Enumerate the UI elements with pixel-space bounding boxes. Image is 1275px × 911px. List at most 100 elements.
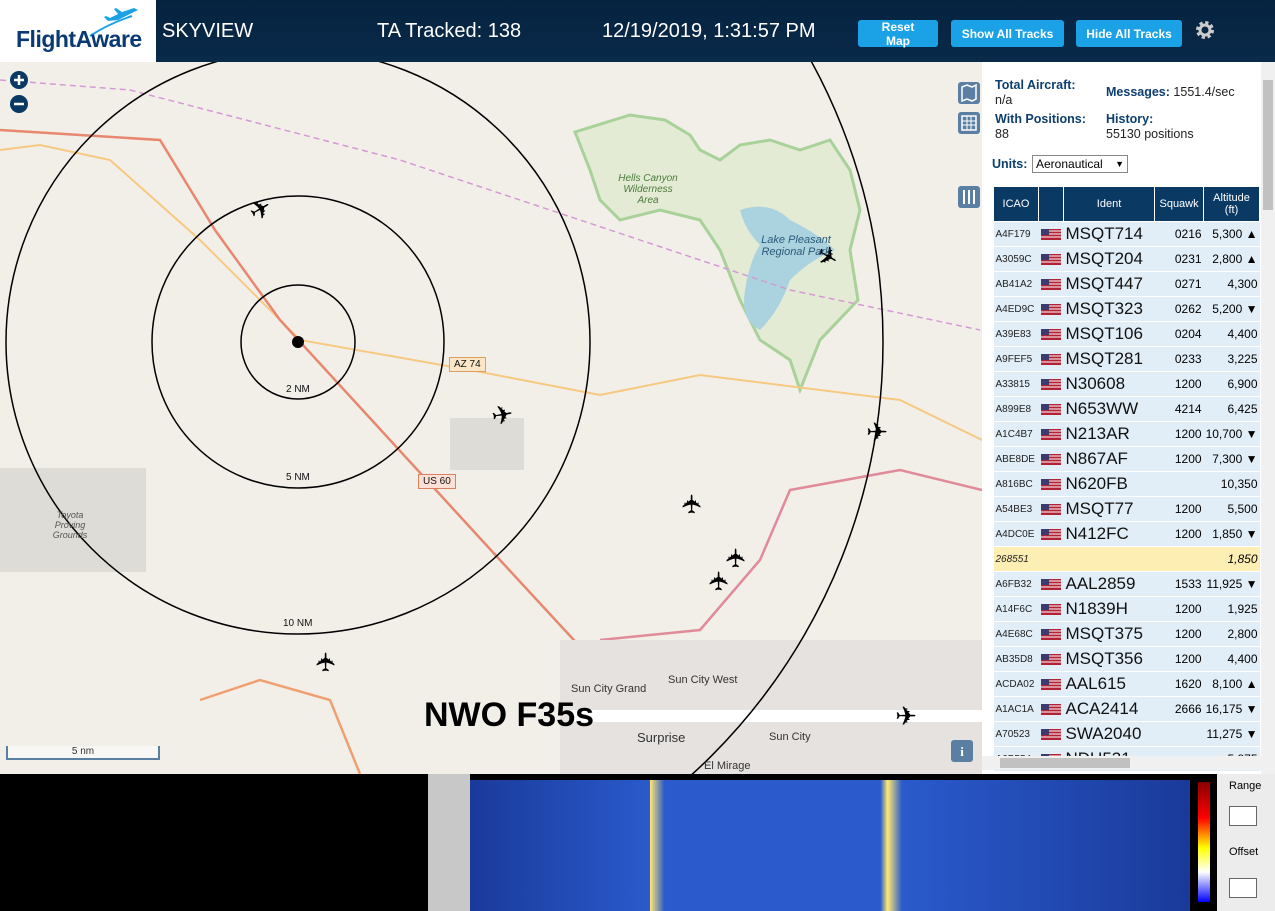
col-icao[interactable]: ICAO — [993, 186, 1039, 222]
grid-icon[interactable] — [958, 112, 980, 134]
road-label-az74: AZ 74 — [449, 357, 486, 372]
table-row[interactable]: A816BC N620FB 10,350 — [993, 471, 1260, 497]
trend-icon: ▼ — [1245, 302, 1258, 316]
aircraft-icon[interactable]: ✈ — [312, 651, 342, 673]
map-canvas[interactable]: ✈ ✈ ✈ ✈ ✈ ✈ ✈ ✈ ✈ — [0, 62, 982, 774]
icao-cell: A816BC — [993, 471, 1039, 497]
ident-cell: N620FB — [1063, 471, 1155, 497]
range-label-2nm: 2 NM — [286, 384, 310, 395]
positions-value: 88 — [995, 127, 1009, 141]
offset-slider[interactable] — [1229, 878, 1257, 898]
place-label-surprise: Surprise — [637, 730, 686, 745]
table-row[interactable]: A4DC0E N412FC 1200 1,850 ▼ — [993, 521, 1260, 547]
altitude-cell: 5,300 ▲ — [1203, 221, 1260, 247]
map-layers-icon[interactable] — [958, 82, 980, 104]
ident-cell: AAL615 — [1063, 671, 1155, 697]
table-row[interactable]: 268551 1,850 — [993, 546, 1260, 572]
ident-cell: N1839H — [1063, 596, 1155, 622]
table-scrollbar[interactable] — [1261, 62, 1275, 774]
icao-cell: A6FB32 — [993, 571, 1039, 597]
show-all-tracks-button[interactable]: Show All Tracks — [951, 20, 1064, 47]
altitude-cell: 16,175 ▼ — [1203, 696, 1260, 722]
flag-cell — [1038, 446, 1064, 472]
zoom-in-icon[interactable] — [9, 70, 29, 90]
table-row[interactable]: A33815 N30608 1200 6,900 — [993, 371, 1260, 397]
icao-cell: A4F179 — [993, 221, 1039, 247]
icao-cell: A54BE3 — [993, 496, 1039, 522]
table-row[interactable]: A70523 SWA2040 11,275 ▼ — [993, 721, 1260, 747]
reset-map-button[interactable]: Reset Map — [858, 20, 938, 48]
aircraft-icon[interactable]: ✈ — [895, 702, 917, 732]
range-slider[interactable] — [1229, 806, 1257, 826]
aircraft-icon[interactable]: ✈ — [866, 418, 888, 448]
us-flag-icon — [1040, 278, 1061, 290]
icao-cell: A39E83 — [993, 321, 1039, 347]
aircraft-icon[interactable]: ✈ — [722, 547, 752, 569]
table-row[interactable]: A1AC1A ACA2414 2666 16,175 ▼ — [993, 696, 1260, 722]
spectrum-area: Range Offset — [0, 774, 1275, 911]
flag-cell — [1038, 521, 1064, 547]
us-flag-icon — [1040, 703, 1061, 715]
table-row[interactable]: A4E68C MSQT375 1200 2,800 — [993, 621, 1260, 647]
columns-icon[interactable] — [958, 186, 980, 208]
aircraft-icon[interactable]: ✈ — [244, 192, 278, 229]
horizontal-scrollbar[interactable] — [982, 756, 1261, 770]
hide-all-tracks-button[interactable]: Hide All Tracks — [1076, 20, 1182, 47]
col-altitude[interactable]: Altitude (ft) — [1203, 186, 1260, 222]
icao-cell: A1AC1A — [993, 696, 1039, 722]
altitude-cell: 6,900 — [1203, 371, 1260, 397]
logo-text: FlightAware — [16, 26, 142, 52]
trend-icon: ▲ — [1245, 677, 1258, 691]
place-label-hells-canyon: Hells Canyon Wilderness Area — [618, 173, 678, 206]
col-squawk[interactable]: Squawk — [1154, 186, 1205, 222]
zoom-out-icon[interactable] — [9, 94, 29, 114]
table-row[interactable]: ABE8DE N867AF 1200 7,300 ▼ — [993, 446, 1260, 472]
aircraft-icon[interactable]: ✈ — [489, 399, 516, 432]
us-flag-icon — [1040, 528, 1061, 540]
table-row[interactable]: A9FEF5 MSQT281 0233 3,225 — [993, 346, 1260, 372]
aircraft-icon[interactable]: ✈ — [678, 493, 708, 515]
squawk-cell: 1200 — [1154, 496, 1204, 522]
flag-cell — [1038, 646, 1064, 672]
h-scrollbar-thumb[interactable] — [1000, 758, 1130, 768]
info-icon[interactable]: i — [951, 740, 973, 762]
icao-cell: A4ED9C — [993, 296, 1039, 322]
road-label-us60: US 60 — [418, 474, 456, 489]
squawk-cell: 1200 — [1154, 371, 1204, 397]
col-ident[interactable]: Ident — [1062, 186, 1156, 222]
squawk-cell: 1200 — [1154, 521, 1204, 547]
table-row[interactable]: A14F6C N1839H 1200 1,925 — [993, 596, 1260, 622]
us-flag-icon — [1040, 503, 1061, 515]
icao-cell: A4E68C — [993, 621, 1039, 647]
map-view[interactable]: ✈ ✈ ✈ ✈ ✈ ✈ ✈ ✈ ✈ i 2 NM 5 NM 10 NM AZ 7… — [0, 62, 982, 774]
table-row[interactable]: A3059C MSQT204 0231 2,800 ▲ — [993, 246, 1260, 272]
flag-cell — [1038, 546, 1064, 572]
squawk-cell: 0271 — [1154, 271, 1204, 297]
table-row[interactable]: A899E8 N653WW 4214 6,425 — [993, 396, 1260, 422]
table-row[interactable]: A4F179 MSQT714 0216 5,300 ▲ — [993, 221, 1260, 247]
spectrum-controls: Range Offset — [1217, 774, 1275, 911]
us-flag-icon — [1040, 428, 1061, 440]
table-row[interactable]: AB41A2 MSQT447 0271 4,300 — [993, 271, 1260, 297]
us-flag-icon — [1040, 403, 1061, 415]
table-row[interactable]: A54BE3 MSQT77 1200 5,500 — [993, 496, 1260, 522]
flag-cell — [1038, 396, 1064, 422]
table-row[interactable]: A4ED9C MSQT323 0262 5,200 ▼ — [993, 296, 1260, 322]
gear-icon[interactable] — [1193, 18, 1217, 42]
scrollbar-thumb[interactable] — [1263, 80, 1273, 210]
icao-cell: A1C4B7 — [993, 421, 1039, 447]
squawk-cell: 0262 — [1154, 296, 1204, 322]
table-row[interactable]: A39E83 MSQT106 0204 4,400 — [993, 321, 1260, 347]
table-row[interactable]: AB35D8 MSQT356 1200 4,400 — [993, 646, 1260, 672]
table-row[interactable]: ACDA02 AAL615 1620 8,100 ▲ — [993, 671, 1260, 697]
squawk-cell — [1154, 546, 1204, 572]
aircraft-icon[interactable]: ✈ — [705, 570, 735, 592]
trend-icon: ▲ — [1245, 252, 1258, 266]
altitude-cell: 6,425 — [1203, 396, 1260, 422]
table-row[interactable]: A1C4B7 N213AR 1200 10,700 ▼ — [993, 421, 1260, 447]
squawk-cell: 1200 — [1154, 446, 1204, 472]
flightaware-logo[interactable]: FlightAware — [0, 0, 156, 62]
units-select[interactable]: Aeronautical ▼ — [1032, 155, 1128, 173]
altitude-cell: 1,850 — [1203, 546, 1260, 572]
table-row[interactable]: A6FB32 AAL2859 1533 11,925 ▼ — [993, 571, 1260, 597]
